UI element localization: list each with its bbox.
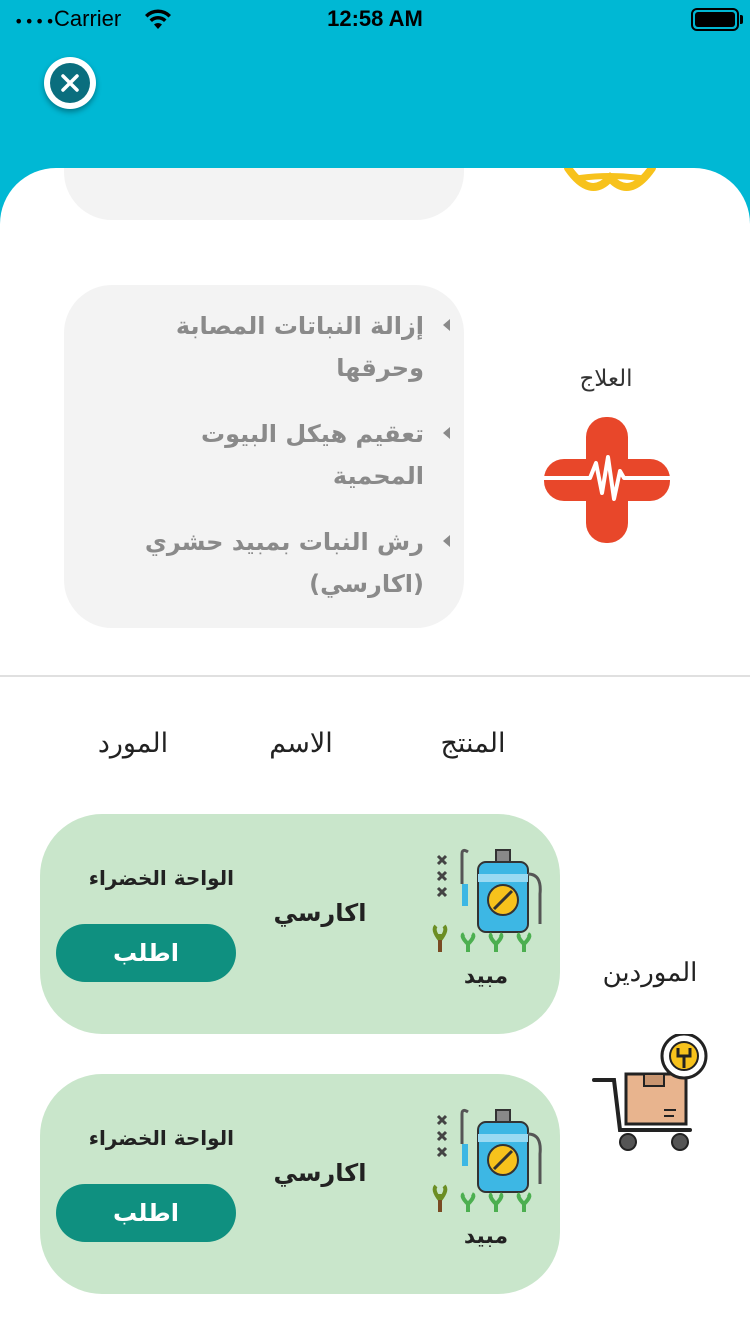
product-type: مبيد	[463, 1224, 509, 1249]
previous-info-panel	[64, 168, 464, 220]
bullet-icon	[443, 427, 450, 439]
order-button[interactable]: اطلب	[56, 924, 236, 982]
content-sheet: إزالة النباتات المصابة وحرقها تعقيم هيكل…	[0, 168, 750, 1334]
bullet-icon	[443, 535, 450, 547]
treatment-item: رش النبات بمبيد حشري (اكارسي)	[124, 521, 450, 605]
column-header-product: المنتج	[440, 728, 506, 759]
treatment-item-text: إزالة النباتات المصابة وحرقها	[175, 312, 424, 382]
column-header-name: الاسم	[269, 728, 333, 759]
delivery-cart-icon	[590, 1032, 710, 1158]
close-icon	[50, 63, 90, 103]
previous-section-icon	[550, 168, 660, 202]
close-button[interactable]	[44, 57, 96, 109]
treatment-item-text: رش النبات بمبيد حشري (اكارسي)	[144, 528, 424, 598]
treatment-item: تعقيم هيكل البيوت المحمية	[124, 413, 450, 497]
treatment-title: العلاج	[579, 366, 633, 392]
product-name: اكارسي	[273, 899, 367, 927]
column-header-supplier: المورد	[97, 728, 169, 759]
sprayer-icon	[426, 844, 546, 962]
supplier-name: الواحة الخضراء	[88, 1126, 234, 1150]
treatment-panel: إزالة النباتات المصابة وحرقها تعقيم هيكل…	[64, 285, 464, 628]
medical-cross-icon	[544, 417, 670, 547]
clock: 12:58 AM	[327, 6, 423, 31]
treatment-item: إزالة النباتات المصابة وحرقها	[124, 305, 450, 389]
suppliers-title: الموردين	[602, 958, 698, 988]
supplier-name: الواحة الخضراء	[88, 866, 234, 890]
sprayer-icon	[426, 1104, 546, 1222]
product-type: مبيد	[463, 964, 509, 989]
battery-tip	[740, 15, 743, 24]
battery-icon	[691, 8, 739, 31]
bullet-icon	[443, 319, 450, 331]
supplier-card: مبيد اكارسي الواحة الخضراء اطلب	[40, 814, 560, 1034]
order-button[interactable]: اطلب	[56, 1184, 236, 1242]
status-bar: •••• Carrier 12:58 AM	[0, 0, 750, 40]
section-divider	[0, 675, 750, 677]
supplier-card: مبيد اكارسي الواحة الخضراء اطلب	[40, 1074, 560, 1294]
product-name: اكارسي	[273, 1159, 367, 1187]
treatment-item-text: تعقيم هيكل البيوت المحمية	[201, 420, 424, 490]
